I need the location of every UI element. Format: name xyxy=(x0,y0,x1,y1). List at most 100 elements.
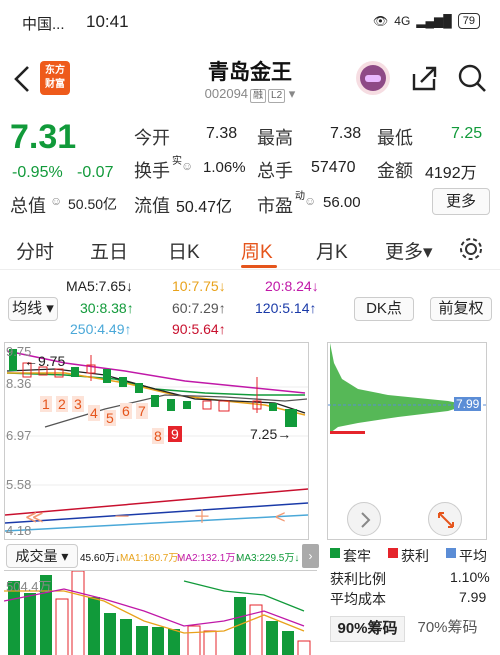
ma60-line xyxy=(44,394,308,428)
signal-number[interactable]: 4 xyxy=(88,405,100,421)
volume-value: 45.60万↓ xyxy=(80,553,121,564)
change-percent: -0.95% xyxy=(12,164,63,181)
high-marker: ←9.75 xyxy=(24,353,66,369)
candle xyxy=(119,377,127,387)
zoom-in-icon[interactable]: ＋ xyxy=(193,507,211,527)
high-value: 7.38 xyxy=(330,125,362,142)
indicator-select[interactable]: 均线 ▾ xyxy=(8,297,58,321)
amount-value: 4192万 xyxy=(425,165,477,182)
candle xyxy=(202,400,212,410)
assistant-avatar-icon[interactable] xyxy=(356,61,390,95)
tab-more[interactable]: 更多▾ xyxy=(385,237,433,264)
tab-chips-70[interactable]: 70%筹码 xyxy=(410,616,485,642)
info-icon[interactable]: ☺ xyxy=(181,159,193,173)
status-time: 10:41 xyxy=(86,12,129,31)
tab-monthly-k[interactable]: 月K xyxy=(316,237,348,264)
average-legend-label: 平均 xyxy=(459,548,487,564)
turnover-label: 换手 xyxy=(134,161,170,181)
candle xyxy=(218,400,230,412)
profit-ratio-value: 1.10% xyxy=(450,569,490,585)
mktcap-label: 总值 xyxy=(10,196,46,216)
gear-icon[interactable] xyxy=(458,236,484,262)
carrier-text: 中国... xyxy=(22,16,65,33)
chevron-right-icon[interactable]: › xyxy=(302,544,319,568)
candle xyxy=(151,395,159,407)
ma10-value: 10:7.75↓ xyxy=(172,278,226,294)
y-label-bottom: 4.18 xyxy=(6,523,32,538)
signal-number[interactable]: 7 xyxy=(136,403,148,419)
open-value: 7.38 xyxy=(206,125,238,142)
signal-number[interactable]: 6 xyxy=(120,403,132,419)
expand-right-icon[interactable] xyxy=(347,502,381,536)
active-tab-indicator xyxy=(241,265,277,268)
ma90-line xyxy=(4,488,309,516)
profit-ratio-label: 获利比例 xyxy=(330,571,386,587)
ma60-value: 60:7.29↑ xyxy=(172,300,226,316)
mktcap-value: 50.50亿 xyxy=(68,196,118,212)
battery-indicator: 79 xyxy=(457,13,480,29)
y-label-4: 5.58 xyxy=(6,477,32,492)
level2-tag: L2 xyxy=(268,89,286,103)
signal-number[interactable]: 2 xyxy=(56,396,68,412)
volume-ma2: MA2:132.1万↓ xyxy=(177,553,241,564)
tab-weekly-k[interactable]: 周K xyxy=(241,237,273,264)
stock-code: 002094 xyxy=(204,86,249,101)
low-label: 最低 xyxy=(377,128,413,148)
y-label-3: 6.97 xyxy=(6,428,32,443)
signal-number[interactable]: 8 xyxy=(152,428,164,444)
dk-point-button[interactable]: DK点 xyxy=(354,297,414,321)
turnover-value: 1.06% xyxy=(203,159,246,176)
network-indicator: 4G xyxy=(394,14,411,28)
zoom-out-icon[interactable]: － xyxy=(113,507,131,527)
float-label: 流值 xyxy=(134,196,170,216)
ma120-value: 120:5.14↑ xyxy=(255,300,317,316)
signal-number-active[interactable]: 9 xyxy=(168,426,182,442)
tab-chips-90[interactable]: 90%筹码 xyxy=(330,616,405,642)
volume-ma1: MA1:160.7万↓ xyxy=(120,553,184,564)
tab-daily-k[interactable]: 日K xyxy=(168,237,200,264)
candle xyxy=(183,401,191,409)
back-step-icon[interactable]: < xyxy=(275,507,286,527)
status-icons: 👁 4G ▂▄▆█ 79 xyxy=(373,13,480,29)
volume-y-label: 504.4万 xyxy=(6,579,52,594)
status-bar: 中国... 10:41 👁 4G ▂▄▆█ 79 xyxy=(0,0,500,44)
volume-indicator-select[interactable]: 成交量 ▾ xyxy=(6,544,78,568)
candle xyxy=(135,383,143,393)
average-legend-swatch xyxy=(446,548,456,558)
candle xyxy=(167,399,175,411)
avg-cost-label: 平均成本 xyxy=(330,591,386,607)
eye-icon: 👁 xyxy=(373,14,389,28)
info-icon[interactable]: ☺ xyxy=(50,194,62,208)
period-tabs: 分时 五日 日K 周K 月K 更多▾ xyxy=(0,226,500,270)
float-value: 50.47亿 xyxy=(176,199,233,216)
fullscreen-icon[interactable] xyxy=(428,502,462,536)
pe-label: 市盈 xyxy=(257,196,293,216)
ma30-value: 30:8.38↑ xyxy=(80,300,134,316)
amount-label: 金额 xyxy=(377,161,413,181)
candle xyxy=(269,403,277,411)
adjust-button[interactable]: 前复权 xyxy=(430,297,492,321)
tab-five-day[interactable]: 五日 xyxy=(90,237,128,264)
ma5-value: MA5:7.65↓ xyxy=(66,278,133,294)
ma20-value: 20:8.24↓ xyxy=(265,278,319,294)
open-label: 今开 xyxy=(134,128,170,148)
margin-tag: 融 xyxy=(250,89,267,103)
ma120-line xyxy=(4,502,309,524)
profit-legend-label: 获利 xyxy=(401,548,429,564)
trapped-legend-label: 套牢 xyxy=(343,548,371,564)
low-value: 7.25 xyxy=(451,125,483,142)
signal-number[interactable]: 5 xyxy=(104,410,116,426)
signal-number[interactable]: 3 xyxy=(72,396,84,412)
volume-label: 总手 xyxy=(257,161,293,181)
info-icon[interactable]: ☺ xyxy=(304,194,316,208)
signal-number[interactable]: 1 xyxy=(40,396,52,412)
share-icon[interactable] xyxy=(408,62,440,94)
more-button[interactable]: 更多 xyxy=(432,188,490,215)
high-label: 最高 xyxy=(257,128,293,148)
volume-ma3: MA3:229.5万↓ xyxy=(236,553,300,564)
search-icon[interactable] xyxy=(456,62,488,94)
signal-icon: ▂▄▆█ xyxy=(416,14,452,28)
ma250-line xyxy=(4,514,309,532)
tab-intraday[interactable]: 分时 xyxy=(16,237,54,264)
candle xyxy=(71,367,79,377)
